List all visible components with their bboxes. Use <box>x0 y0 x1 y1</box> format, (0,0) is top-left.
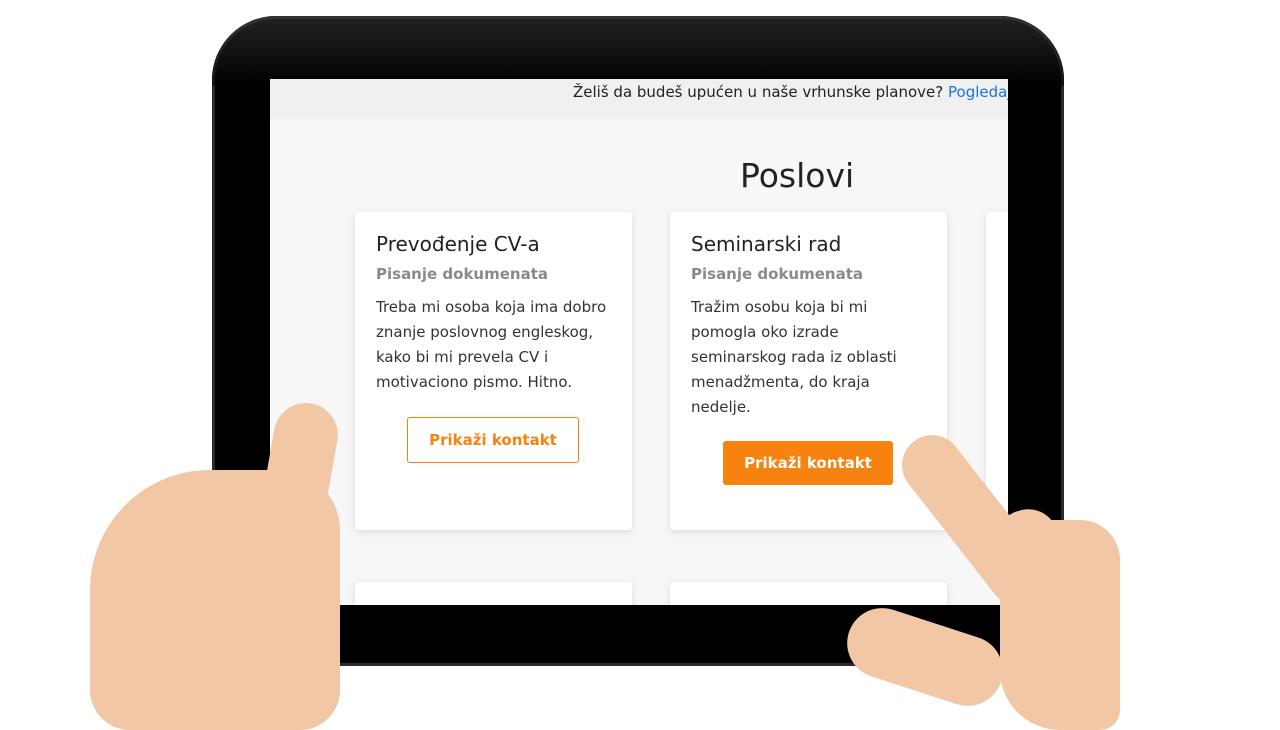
job-card-description: Treba mi osoba koja ima dobro znanje pos… <box>376 298 607 391</box>
show-contact-button[interactable]: Prikaži kontakt <box>723 441 893 485</box>
job-card: Seminarski rad Pisanje dokumenata Tražim… <box>670 212 947 530</box>
job-card-description: Tražim osobu koja bi mi pomogla oko izra… <box>691 298 897 416</box>
promo-banner-link[interactable]: Pogledaj <box>948 83 1008 101</box>
tablet-screen: Želiš da budeš upućen u naše vrhunske pl… <box>270 79 1008 605</box>
job-card-partial <box>355 582 632 605</box>
job-card-category: Pisanje dokumenata <box>376 265 548 283</box>
job-card: Prevođenje CV-a Pisanje dokumenata Treba… <box>355 212 632 530</box>
page-title: Poslovi <box>740 156 855 195</box>
promo-banner-text: Želiš da budeš upućen u naše vrhunske pl… <box>573 83 944 101</box>
promo-banner: Želiš da budeš upućen u naše vrhunske pl… <box>270 79 1008 119</box>
job-card-title: Prevođenje CV-a <box>376 232 540 256</box>
tablet-bezel-highlight <box>212 16 1064 86</box>
show-contact-button[interactable]: Prikaži kontakt <box>407 417 579 463</box>
job-card-partial <box>670 582 947 605</box>
job-card-partial <box>986 212 1008 530</box>
job-card-category: Pisanje dokumenata <box>691 265 863 283</box>
job-card-title: Seminarski rad <box>691 232 842 256</box>
promo-banner-text-wrap: Želiš da budeš upućen u naše vrhunske pl… <box>573 83 1008 101</box>
